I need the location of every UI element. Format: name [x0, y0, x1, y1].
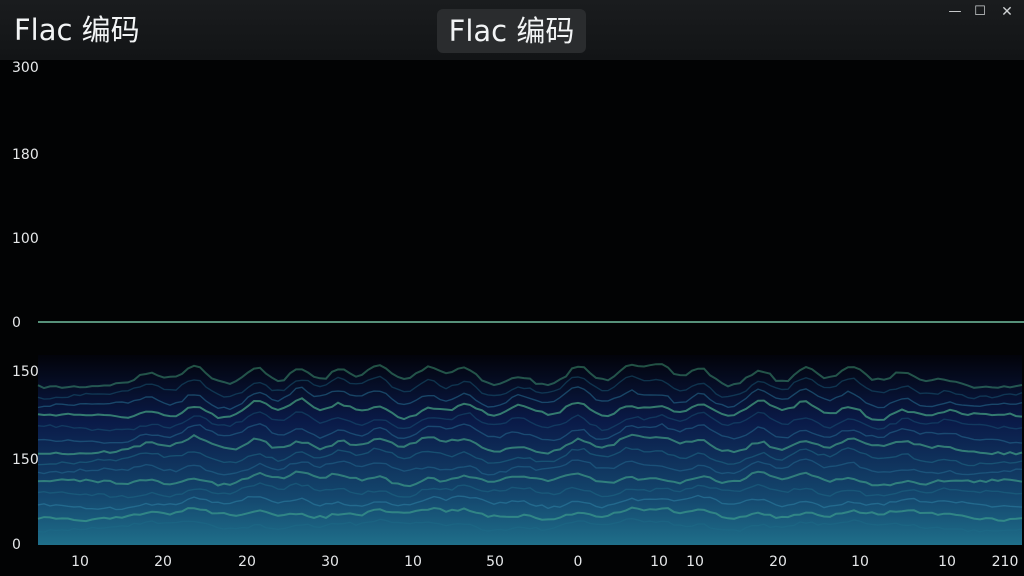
x-tick-label: 20 [238, 554, 256, 570]
window-title: Flac 编码 [14, 13, 140, 47]
spectrogram-y-tick: 150 [12, 364, 39, 380]
x-tick-label: 20 [769, 554, 787, 570]
waveform-y-tick: 0 [12, 315, 21, 331]
x-tick-label: 10 [686, 554, 704, 570]
spectrogram-y-tick: 0 [12, 537, 21, 553]
spectrogram-y-tick: 150 [12, 452, 39, 468]
maximize-button[interactable]: ☐ [969, 3, 991, 21]
x-tick-label: 10 [71, 554, 89, 570]
center-title-badge[interactable]: Flac 编码 [437, 9, 586, 53]
waveform-spectrogram-plot: 300 180 100 0 150 150 0 10 20 20 30 10 50 0 10 10 20 10 10… [12, 60, 1024, 570]
app-window: Flac 编码 Flac 编码 — ☐ ✕ 300 180 100 0 150 … [0, 0, 1024, 576]
close-button[interactable]: ✕ [996, 3, 1018, 21]
waveform-y-tick: 180 [12, 147, 39, 163]
title-bar: Flac 编码 Flac 编码 — ☐ ✕ [0, 0, 1024, 60]
x-tick-label: 10 [404, 554, 422, 570]
x-tick-label: 20 [154, 554, 172, 570]
x-tick-label: 10 [851, 554, 869, 570]
waveform-y-tick: 300 [12, 60, 39, 76]
waveform-y-tick: 100 [12, 231, 39, 247]
minimize-button[interactable]: — [944, 3, 966, 21]
x-tick-label: 0 [574, 554, 583, 570]
x-tick-label: 50 [486, 554, 504, 570]
x-tick-label: 10 [938, 554, 956, 570]
x-tick-label: 30 [321, 554, 339, 570]
audio-visualization: 300 180 100 0 150 150 0 10 20 20 30 10 50 0 10 10 20 10 10… [0, 60, 1024, 576]
x-tick-label: 210 [992, 554, 1019, 570]
x-tick-label: 10 [650, 554, 668, 570]
